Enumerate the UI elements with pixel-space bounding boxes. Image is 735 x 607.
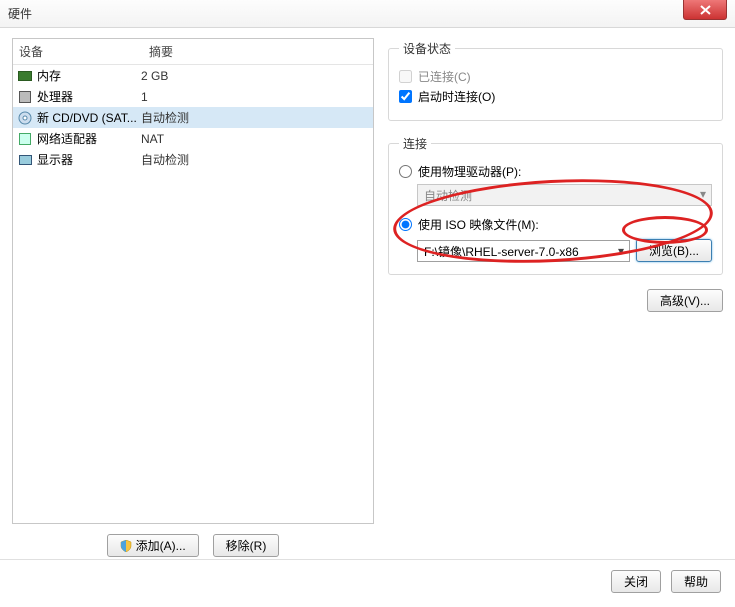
device-summary: 自动检测 (141, 151, 369, 168)
device-summary: 1 (141, 90, 369, 104)
use-iso-radio[interactable] (399, 218, 412, 231)
connect-on-power-text: 启动时连接(O) (418, 88, 495, 105)
device-summary: 2 GB (141, 69, 369, 83)
add-button-label: 添加(A)... (136, 537, 186, 554)
device-name: 网络适配器 (37, 130, 97, 147)
close-window-button[interactable] (683, 0, 727, 20)
device-name: 处理器 (37, 88, 73, 105)
settings-panel: 设备状态 已连接(C) 启动时连接(O) 连接 使用物理驱动器(P): 自动检测… (388, 38, 723, 557)
advanced-button-label: 高级(V)... (660, 292, 710, 309)
device-status-legend: 设备状态 (399, 40, 455, 57)
dialog-footer: 关闭 帮助 (0, 559, 735, 603)
iso-path-value: F:\镜像\RHEL-server-7.0-x86 (424, 245, 579, 259)
device-row-cddvd[interactable]: 新 CD/DVD (SAT... 自动检测 (13, 107, 373, 128)
cpu-icon (17, 89, 33, 105)
close-button[interactable]: 关闭 (611, 570, 661, 593)
device-status-group: 设备状态 已连接(C) 启动时连接(O) (388, 40, 723, 121)
device-row-network[interactable]: 网络适配器 NAT (13, 128, 373, 149)
connection-legend: 连接 (399, 135, 431, 152)
device-summary: NAT (141, 132, 369, 146)
memory-icon (17, 68, 33, 84)
network-icon (17, 131, 33, 147)
device-summary: 自动检测 (141, 109, 369, 126)
connected-text: 已连接(C) (418, 68, 471, 85)
header-summary: 摘要 (143, 39, 373, 64)
use-iso-text: 使用 ISO 映像文件(M): (418, 216, 539, 233)
device-row-memory[interactable]: 内存 2 GB (13, 65, 373, 86)
add-button[interactable]: 添加(A)... (107, 534, 199, 557)
close-icon (700, 5, 711, 15)
device-buttons: 添加(A)... 移除(R) (12, 524, 374, 557)
connected-checkbox-label: 已连接(C) (399, 68, 712, 85)
remove-button[interactable]: 移除(R) (213, 534, 280, 557)
physical-drive-combo: 自动检测 (417, 184, 712, 206)
hardware-panel: 设备 摘要 内存 2 GB 处理器 1 新 CD/DVD (SAT... 自动检… (12, 38, 374, 557)
advanced-button[interactable]: 高级(V)... (647, 289, 723, 312)
help-button[interactable]: 帮助 (671, 570, 721, 593)
browse-button[interactable]: 浏览(B)... (636, 239, 712, 262)
use-physical-radio[interactable] (399, 165, 412, 178)
device-row-display[interactable]: 显示器 自动检测 (13, 149, 373, 170)
connect-on-power-label[interactable]: 启动时连接(O) (399, 88, 712, 105)
connection-group: 连接 使用物理驱动器(P): 自动检测 使用 ISO 映像文件(M): F:\镜… (388, 135, 723, 275)
disc-icon (17, 110, 33, 126)
device-name: 内存 (37, 67, 61, 84)
device-name: 新 CD/DVD (SAT... (37, 109, 137, 126)
dialog-content: 设备 摘要 内存 2 GB 处理器 1 新 CD/DVD (SAT... 自动检… (0, 28, 735, 557)
header-device: 设备 (13, 39, 143, 64)
title-bar: 硬件 (0, 0, 735, 28)
device-list: 设备 摘要 内存 2 GB 处理器 1 新 CD/DVD (SAT... 自动检… (12, 38, 374, 524)
connect-on-power-checkbox[interactable] (399, 90, 412, 103)
iso-path-combo[interactable]: F:\镜像\RHEL-server-7.0-x86 (417, 240, 630, 262)
window-title: 硬件 (8, 5, 32, 22)
monitor-icon (17, 152, 33, 168)
device-name: 显示器 (37, 151, 73, 168)
browse-button-label: 浏览(B)... (649, 242, 699, 259)
remove-button-label: 移除(R) (226, 537, 267, 554)
close-button-label: 关闭 (624, 573, 648, 590)
device-list-header: 设备 摘要 (13, 39, 373, 65)
use-physical-radio-label[interactable]: 使用物理驱动器(P): (399, 163, 712, 180)
shield-icon (120, 540, 132, 552)
use-iso-radio-label[interactable]: 使用 ISO 映像文件(M): (399, 216, 712, 233)
use-physical-text: 使用物理驱动器(P): (418, 163, 521, 180)
connected-checkbox (399, 70, 412, 83)
help-button-label: 帮助 (684, 573, 708, 590)
device-row-cpu[interactable]: 处理器 1 (13, 86, 373, 107)
physical-drive-value: 自动检测 (424, 189, 472, 203)
